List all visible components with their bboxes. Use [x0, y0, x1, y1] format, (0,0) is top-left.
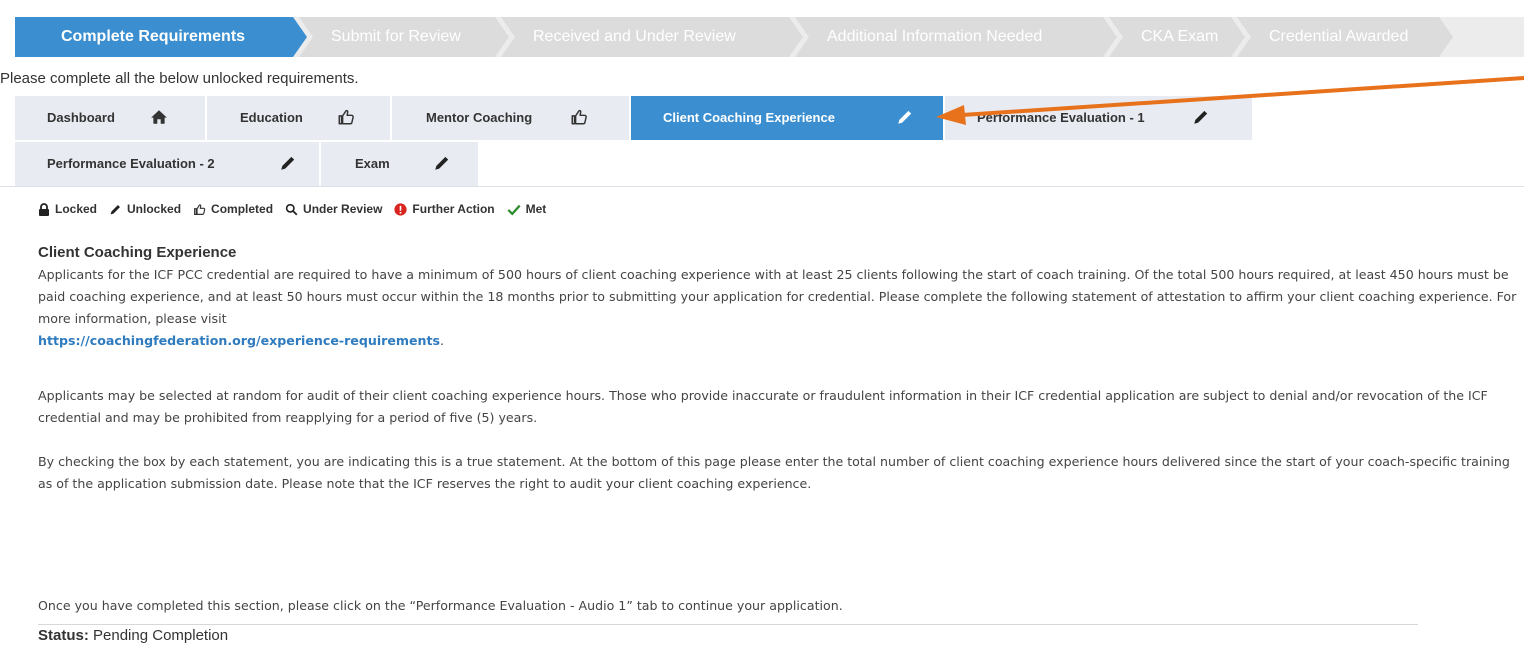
tab-dashboard[interactable]: Dashboard	[15, 96, 205, 140]
step-label: Credential Awarded	[1269, 28, 1409, 45]
tab-label: Performance Evaluation - 2	[47, 156, 215, 171]
progress-steps: Complete Requirements Submit for Review …	[15, 17, 1524, 57]
status-divider	[38, 624, 1418, 625]
step-label: Received and Under Review	[533, 28, 736, 45]
tab-label: Client Coaching Experience	[663, 110, 835, 125]
legend-label: Locked	[55, 202, 98, 216]
search-icon	[285, 203, 298, 215]
status-value: Pending Completion	[93, 627, 229, 644]
legend-label: Under Review	[303, 202, 383, 216]
legend-locked: Locked	[38, 202, 97, 216]
tabs-divider	[0, 186, 1524, 187]
thumbs-up-icon	[571, 109, 587, 125]
paragraph-text: Once you have completed this section, pl…	[38, 598, 843, 613]
step-label: Complete Requirements	[61, 28, 246, 45]
step-label: CKA Exam	[1141, 28, 1219, 45]
legend-unlocked: Unlocked	[109, 202, 181, 216]
step-complete-requirements[interactable]: Complete Requirements	[15, 17, 307, 57]
pencil-icon	[110, 204, 120, 214]
legend-label: Unlocked	[127, 202, 182, 216]
legend-label: Completed	[211, 202, 274, 216]
lock-icon	[39, 202, 49, 216]
section-title: Client Coaching Experience	[38, 244, 237, 261]
legend-under-review: Under Review	[285, 202, 382, 216]
experience-requirements-link[interactable]: https://coachingfederation.org/experienc…	[38, 333, 440, 348]
home-icon	[151, 110, 167, 124]
link-suffix: .	[440, 333, 445, 348]
legend-completed: Completed	[193, 202, 273, 216]
legend-label: Further Action	[412, 202, 495, 216]
tab-label: Exam	[355, 156, 390, 171]
exclamation-icon	[394, 202, 407, 216]
status-legend: Locked Unlocked Completed Under Review F…	[38, 202, 558, 216]
step-credential-awarded[interactable]: Credential Awarded	[1237, 17, 1453, 57]
attestation-paragraph: By checking the box by each statement, y…	[38, 451, 1518, 495]
step-submit-for-review[interactable]: Submit for Review	[299, 17, 509, 57]
check-icon	[507, 204, 521, 216]
requirements-paragraph: Applicants for the ICF PCC credential ar…	[38, 264, 1518, 352]
tab-education[interactable]: Education	[207, 96, 390, 140]
pencil-icon	[898, 110, 912, 124]
step-label: Submit for Review	[331, 28, 461, 45]
step-cka-exam[interactable]: CKA Exam	[1109, 17, 1245, 57]
audit-paragraph: Applicants may be selected at random for…	[38, 385, 1518, 429]
tab-client-coaching-experience[interactable]: Client Coaching Experience	[631, 96, 943, 140]
instructions-text: Please complete all the below unlocked r…	[0, 70, 359, 87]
step-label: Additional Information Needed	[827, 28, 1043, 45]
tab-label: Education	[240, 110, 303, 125]
annotation-arrow	[936, 76, 1524, 125]
tab-label: Dashboard	[47, 110, 115, 125]
continue-paragraph: Once you have completed this section, pl…	[38, 595, 1518, 617]
tab-label: Mentor Coaching	[426, 110, 533, 125]
paragraph-text: By checking the box by each statement, y…	[38, 454, 1510, 491]
legend-further-action: Further Action	[394, 202, 495, 216]
paragraph-text: Applicants for the ICF PCC credential ar…	[38, 267, 1517, 326]
legend-met: Met	[507, 202, 547, 216]
status-label: Status:	[38, 627, 89, 644]
legend-label: Met	[525, 202, 547, 216]
thumbs-up-icon	[194, 203, 206, 215]
status-line: Status: Pending Completion	[38, 627, 228, 644]
tab-mentor-coaching[interactable]: Mentor Coaching	[392, 96, 629, 140]
paragraph-text: Applicants may be selected at random for…	[38, 388, 1488, 425]
pencil-icon	[435, 156, 449, 170]
pencil-icon	[281, 156, 295, 170]
tab-exam[interactable]: Exam	[321, 142, 478, 186]
step-received-under-review[interactable]: Received and Under Review	[501, 17, 803, 57]
step-additional-information[interactable]: Additional Information Needed	[795, 17, 1117, 57]
thumbs-up-icon	[338, 109, 354, 125]
tab-performance-evaluation-2[interactable]: Performance Evaluation - 2	[15, 142, 319, 186]
